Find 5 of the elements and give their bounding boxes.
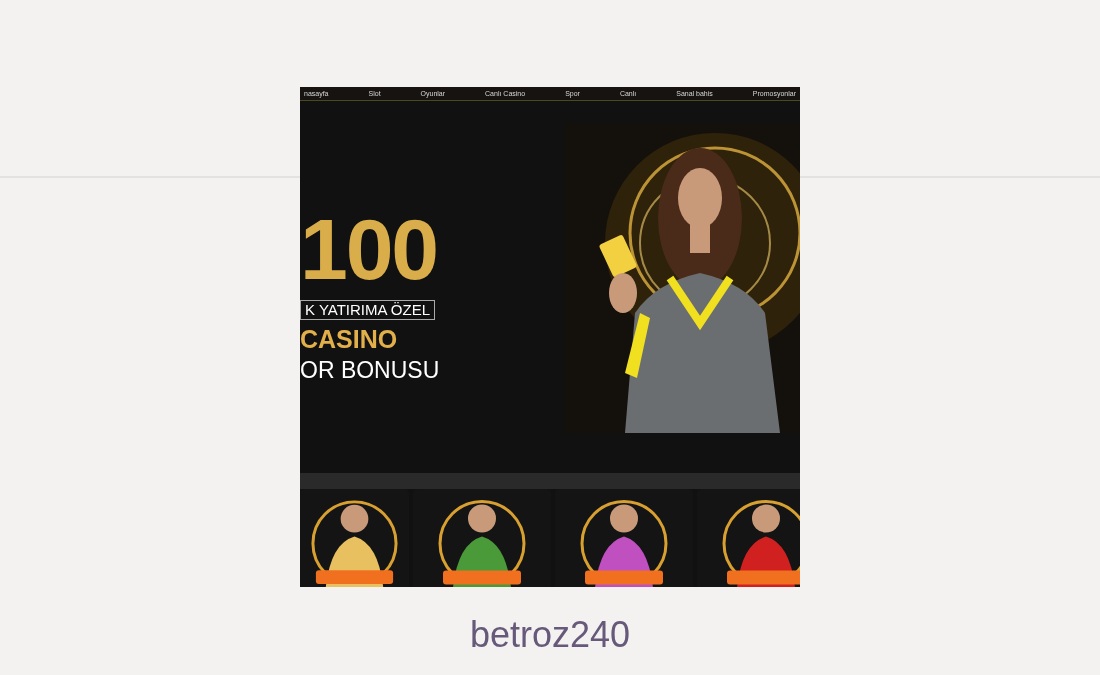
bonus-title: CASINO <box>300 324 399 356</box>
bonus-amount: 100 <box>300 205 439 292</box>
bonus-subtitle: OR BONUSU <box>300 355 441 385</box>
image-caption: betroz240 <box>468 613 632 657</box>
bonus-tag: K YATIRIMA ÖZEL <box>300 299 436 321</box>
